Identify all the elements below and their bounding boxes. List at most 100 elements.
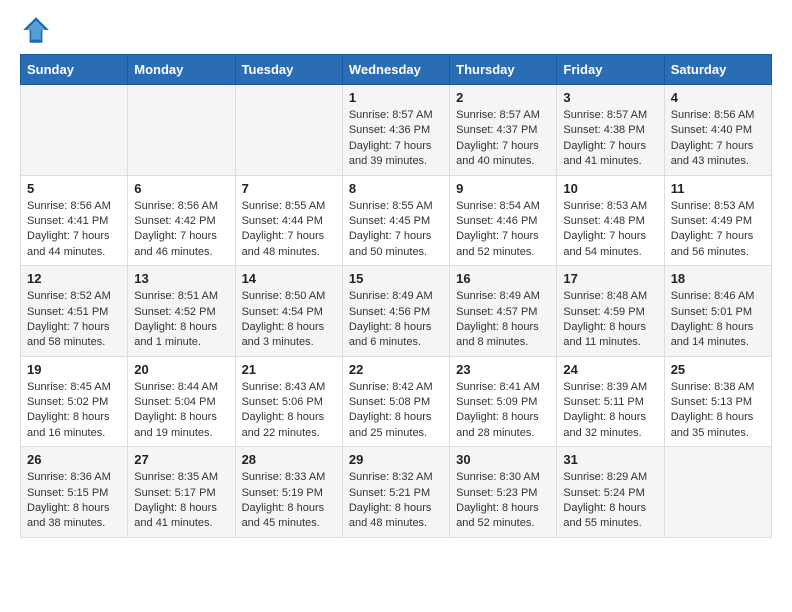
calendar-day-cell: 27Sunrise: 8:35 AMSunset: 5:17 PMDayligh… [128,447,235,538]
day-number: 29 [349,452,443,467]
day-info: Sunrise: 8:44 AMSunset: 5:04 PMDaylight:… [134,380,228,442]
day-number: 17 [563,271,657,286]
day-number: 20 [134,362,228,377]
day-info: Sunrise: 8:57 AMSunset: 4:37 PMDaylight:… [456,108,550,170]
day-number: 14 [242,271,336,286]
calendar-table: SundayMondayTuesdayWednesdayThursdayFrid… [20,54,772,538]
calendar-week-row: 5 Sunrise: 8:56 AMSunset: 4:41 PMDaylight… [21,175,772,266]
calendar-day-cell: 15 Sunrise: 8:49 AMSunset: 4:56 PMDayligh… [342,266,449,357]
calendar-day-cell: 17 Sunrise: 8:48 AMSunset: 4:59 PMDayligh… [557,266,664,357]
day-number: 5 [27,181,121,196]
day-number: 8 [349,181,443,196]
day-number: 24 [563,362,657,377]
day-number: 26 [27,452,121,467]
day-info: Sunrise: 8:49 AMSunset: 4:56 PMDaylight:… [349,289,443,351]
calendar-day-cell: 3 Sunrise: 8:57 AMSunset: 4:38 PMDaylight… [557,85,664,176]
day-number: 25 [671,362,765,377]
day-number: 28 [242,452,336,467]
day-number: 15 [349,271,443,286]
day-number: 3 [563,90,657,105]
day-number: 11 [671,181,765,196]
day-info: Sunrise: 8:30 AMSunset: 5:23 PMDaylight:… [456,470,550,532]
day-number: 4 [671,90,765,105]
calendar-day-cell: 29 Sunrise: 8:32 AMSunset: 5:21 PMDayligh… [342,447,449,538]
day-info: Sunrise: 8:49 AMSunset: 4:57 PMDaylight:… [456,289,550,351]
calendar-week-row: 12Sunrise: 8:52 AMSunset: 4:51 PMDayligh… [21,266,772,357]
calendar-day-cell: 12Sunrise: 8:52 AMSunset: 4:51 PMDayligh… [21,266,128,357]
day-number: 2 [456,90,550,105]
day-of-week-header: Tuesday [235,55,342,85]
day-number: 13 [134,271,228,286]
calendar-day-cell [664,447,771,538]
day-info: Sunrise: 8:29 AMSunset: 5:24 PMDaylight:… [563,470,657,532]
day-info: Sunrise: 8:57 AMSunset: 4:36 PMDaylight:… [349,108,443,170]
day-number: 30 [456,452,550,467]
day-info: Sunrise: 8:43 AMSunset: 5:06 PMDaylight:… [242,380,336,442]
day-of-week-header: Wednesday [342,55,449,85]
calendar-day-cell: 7 Sunrise: 8:55 AMSunset: 4:44 PMDaylight… [235,175,342,266]
calendar-day-cell: 9Sunrise: 8:54 AMSunset: 4:46 PMDaylight… [450,175,557,266]
calendar-week-row: 1 Sunrise: 8:57 AMSunset: 4:36 PMDaylight… [21,85,772,176]
calendar-day-cell: 1 Sunrise: 8:57 AMSunset: 4:36 PMDaylight… [342,85,449,176]
calendar-week-row: 19 Sunrise: 8:45 AMSunset: 5:02 PMDayligh… [21,356,772,447]
day-info: Sunrise: 8:50 AMSunset: 4:54 PMDaylight:… [242,289,336,351]
day-of-week-header: Thursday [450,55,557,85]
day-info: Sunrise: 8:56 AMSunset: 4:41 PMDaylight:… [27,199,121,261]
calendar-day-cell: 28 Sunrise: 8:33 AMSunset: 5:19 PMDayligh… [235,447,342,538]
day-of-week-header: Sunday [21,55,128,85]
day-number: 18 [671,271,765,286]
calendar-day-cell: 20 Sunrise: 8:44 AMSunset: 5:04 PMDayligh… [128,356,235,447]
calendar-day-cell: 4 Sunrise: 8:56 AMSunset: 4:40 PMDaylight… [664,85,771,176]
day-info: Sunrise: 8:56 AMSunset: 4:40 PMDaylight:… [671,108,765,170]
calendar-day-cell [235,85,342,176]
day-info: Sunrise: 8:57 AMSunset: 4:38 PMDaylight:… [563,108,657,170]
day-info: Sunrise: 8:39 AMSunset: 5:11 PMDaylight:… [563,380,657,442]
day-info: Sunrise: 8:48 AMSunset: 4:59 PMDaylight:… [563,289,657,351]
calendar-week-row: 26 Sunrise: 8:36 AMSunset: 5:15 PMDayligh… [21,447,772,538]
logo-icon [20,14,52,46]
day-number: 23 [456,362,550,377]
calendar-day-cell: 2 Sunrise: 8:57 AMSunset: 4:37 PMDaylight… [450,85,557,176]
day-of-week-header: Monday [128,55,235,85]
day-info: Sunrise: 8:45 AMSunset: 5:02 PMDaylight:… [27,380,121,442]
day-of-week-header: Friday [557,55,664,85]
calendar-day-cell: 26 Sunrise: 8:36 AMSunset: 5:15 PMDayligh… [21,447,128,538]
day-info: Sunrise: 8:55 AMSunset: 4:44 PMDaylight:… [242,199,336,261]
day-number: 16 [456,271,550,286]
calendar-header-row: SundayMondayTuesdayWednesdayThursdayFrid… [21,55,772,85]
day-info: Sunrise: 8:51 AMSunset: 4:52 PMDaylight:… [134,289,228,351]
day-number: 12 [27,271,121,286]
calendar-day-cell: 19 Sunrise: 8:45 AMSunset: 5:02 PMDayligh… [21,356,128,447]
day-info: Sunrise: 8:36 AMSunset: 5:15 PMDaylight:… [27,470,121,532]
calendar-day-cell: 14 Sunrise: 8:50 AMSunset: 4:54 PMDayligh… [235,266,342,357]
day-number: 7 [242,181,336,196]
day-number: 1 [349,90,443,105]
calendar-day-cell: 10Sunrise: 8:53 AMSunset: 4:48 PMDayligh… [557,175,664,266]
calendar-day-cell: 31Sunrise: 8:29 AMSunset: 5:24 PMDayligh… [557,447,664,538]
calendar-day-cell: 24 Sunrise: 8:39 AMSunset: 5:11 PMDayligh… [557,356,664,447]
calendar-day-cell: 16 Sunrise: 8:49 AMSunset: 4:57 PMDayligh… [450,266,557,357]
calendar-day-cell [128,85,235,176]
calendar-day-cell: 8 Sunrise: 8:55 AMSunset: 4:45 PMDaylight… [342,175,449,266]
calendar-day-cell: 22Sunrise: 8:42 AMSunset: 5:08 PMDayligh… [342,356,449,447]
day-info: Sunrise: 8:53 AMSunset: 4:48 PMDaylight:… [563,199,657,261]
day-number: 19 [27,362,121,377]
header [0,0,792,54]
calendar-wrapper: SundayMondayTuesdayWednesdayThursdayFrid… [0,54,792,548]
logo [20,14,56,46]
day-info: Sunrise: 8:38 AMSunset: 5:13 PMDaylight:… [671,380,765,442]
calendar-day-cell [21,85,128,176]
calendar-day-cell: 30 Sunrise: 8:30 AMSunset: 5:23 PMDayligh… [450,447,557,538]
calendar-day-cell: 11Sunrise: 8:53 AMSunset: 4:49 PMDayligh… [664,175,771,266]
day-info: Sunrise: 8:32 AMSunset: 5:21 PMDaylight:… [349,470,443,532]
day-number: 6 [134,181,228,196]
calendar-day-cell: 13 Sunrise: 8:51 AMSunset: 4:52 PMDayligh… [128,266,235,357]
calendar-day-cell: 18 Sunrise: 8:46 AMSunset: 5:01 PMDayligh… [664,266,771,357]
day-info: Sunrise: 8:54 AMSunset: 4:46 PMDaylight:… [456,199,550,261]
day-info: Sunrise: 8:46 AMSunset: 5:01 PMDaylight:… [671,289,765,351]
calendar-day-cell: 5 Sunrise: 8:56 AMSunset: 4:41 PMDaylight… [21,175,128,266]
day-info: Sunrise: 8:33 AMSunset: 5:19 PMDaylight:… [242,470,336,532]
day-info: Sunrise: 8:35 AMSunset: 5:17 PMDaylight:… [134,470,228,532]
day-info: Sunrise: 8:55 AMSunset: 4:45 PMDaylight:… [349,199,443,261]
calendar-day-cell: 25 Sunrise: 8:38 AMSunset: 5:13 PMDayligh… [664,356,771,447]
